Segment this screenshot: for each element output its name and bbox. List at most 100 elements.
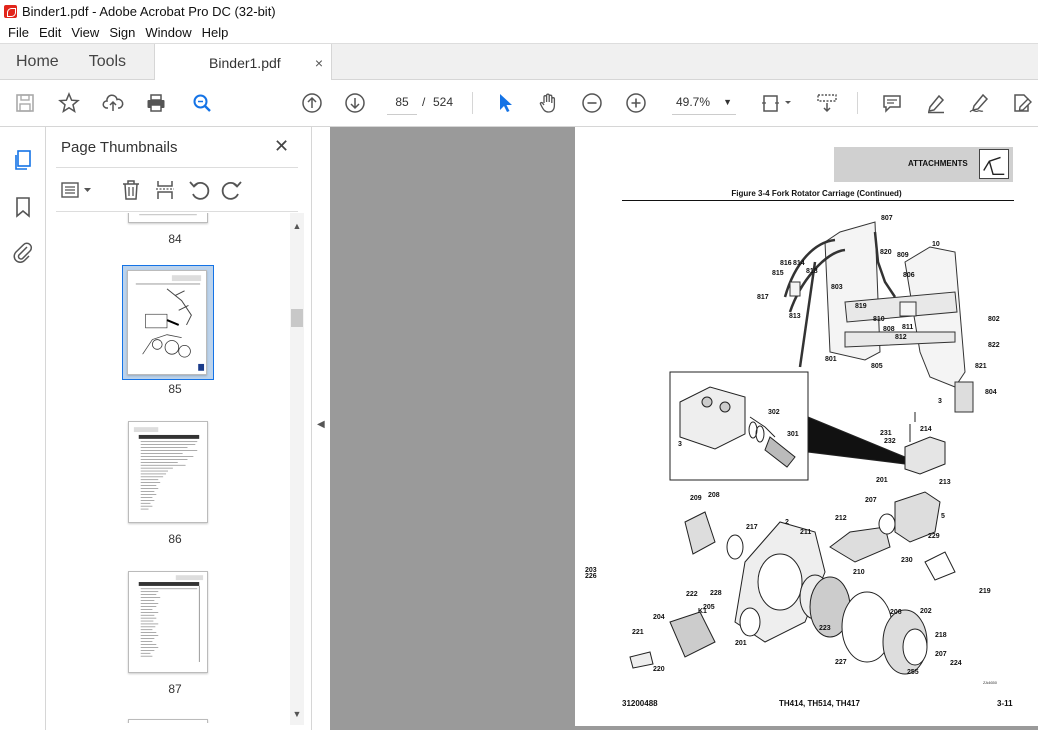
previous-page-icon[interactable] xyxy=(300,91,324,115)
callout-label: 227 xyxy=(835,659,847,666)
callout-label: 817 xyxy=(757,294,769,301)
sign-pen-icon[interactable] xyxy=(967,91,991,115)
thumbnail-page-86[interactable] xyxy=(128,421,208,523)
callout-label: 808 xyxy=(883,326,895,333)
callout-label: 10 xyxy=(932,241,940,248)
thumbnail-label: 85 xyxy=(168,382,182,396)
thumbnail-page-88[interactable] xyxy=(128,719,208,723)
tab-home[interactable]: Home xyxy=(0,44,75,80)
comment-icon[interactable] xyxy=(880,91,904,115)
tab-document[interactable]: Binder1.pdf × xyxy=(154,44,333,81)
highlight-pen-icon[interactable] xyxy=(924,91,948,115)
scroll-up-icon[interactable]: ▲ xyxy=(290,221,304,235)
footer-page-number: 3-11 xyxy=(997,699,1013,708)
options-menu-icon[interactable] xyxy=(60,178,94,202)
figure-title-rule xyxy=(622,200,1014,201)
tab-close-button[interactable]: × xyxy=(315,55,323,71)
callout-label: 231 xyxy=(880,430,892,437)
callout-label: 221 xyxy=(632,629,644,636)
callout-label: 228 xyxy=(710,590,722,597)
thumbnail-page-84[interactable] xyxy=(128,213,208,223)
callout-label: 208 xyxy=(708,492,720,499)
menu-file[interactable]: File xyxy=(3,25,34,40)
select-cursor-icon[interactable] xyxy=(493,91,517,115)
toolbar-divider xyxy=(472,92,473,114)
edit-pdf-icon[interactable] xyxy=(1010,91,1034,115)
callout-label: 213 xyxy=(939,479,951,486)
next-page-icon[interactable] xyxy=(343,91,367,115)
title-bar: Binder1.pdf - Adobe Acrobat Pro DC (32-b… xyxy=(0,0,1038,22)
scrolling-mode-icon[interactable] xyxy=(815,91,839,115)
exploded-parts-drawing: 807 820 809 10 816 814 815 818 806 803 817 819 813 81… xyxy=(585,215,1000,676)
callout-label: 218 xyxy=(935,632,947,639)
delete-page-icon[interactable] xyxy=(119,178,143,202)
toolbar: 85 / 524 49.7% ▼ xyxy=(0,80,1038,127)
callout-label: 814 xyxy=(793,260,805,267)
chevron-down-icon: ▼ xyxy=(723,97,732,107)
thumbnail-page-85[interactable] xyxy=(127,270,207,375)
bookmark-star-icon[interactable] xyxy=(57,91,81,115)
pdf-page[interactable]: ATTACHMENTS Figure 3-4 Fork Rotator Carr… xyxy=(575,127,1038,726)
callout-label: 210 xyxy=(853,569,865,576)
menu-edit[interactable]: Edit xyxy=(34,25,66,40)
callout-label: 816 xyxy=(780,260,792,267)
thumbnail-page-87[interactable] xyxy=(128,571,208,673)
callout-label: 226 xyxy=(585,573,597,580)
callout-label: 805 xyxy=(871,363,883,370)
menu-view[interactable]: View xyxy=(66,25,104,40)
thumbnail-scrollbar[interactable]: ▲ ▼ xyxy=(290,213,304,725)
callout-label: 819 xyxy=(855,303,867,310)
callout-label: 214 xyxy=(920,426,932,433)
callout-label: 212 xyxy=(835,515,847,522)
callout-label: 803 xyxy=(831,284,843,291)
zoom-out-icon[interactable] xyxy=(580,91,604,115)
rotate-counterclockwise-icon[interactable] xyxy=(187,178,211,202)
collapse-panel-handle[interactable]: ◀ xyxy=(312,127,330,730)
hand-tool-icon[interactable] xyxy=(536,91,560,115)
toolbar-divider xyxy=(857,92,858,114)
rotate-clockwise-icon[interactable] xyxy=(220,178,244,202)
callout-label: 206 xyxy=(890,609,902,616)
callout-label: 802 xyxy=(988,316,1000,323)
page-thumbnails-icon[interactable] xyxy=(11,148,35,172)
page-number-input[interactable]: 85 xyxy=(387,90,417,115)
extract-pages-icon[interactable] xyxy=(153,178,177,202)
panel-title: Page Thumbnails xyxy=(61,139,178,156)
close-panel-button[interactable]: ✕ xyxy=(274,136,289,157)
callout-label: 5 xyxy=(941,513,945,520)
zoom-in-icon[interactable] xyxy=(624,91,648,115)
print-icon[interactable] xyxy=(144,91,168,115)
zoom-level-select[interactable]: 49.7% ▼ xyxy=(672,90,736,115)
callout-label: 220 xyxy=(653,666,665,673)
callout-label: 230 xyxy=(901,557,913,564)
panel-toolbar xyxy=(56,167,298,212)
menu-window[interactable]: Window xyxy=(140,25,196,40)
callout-label: 811 xyxy=(902,324,913,331)
page-fit-icon[interactable] xyxy=(760,91,794,115)
callout-label: 302 xyxy=(768,409,780,416)
menu-help[interactable]: Help xyxy=(197,25,234,40)
callout-label: 810 xyxy=(873,316,885,323)
tab-tools[interactable]: Tools xyxy=(75,44,140,80)
callout-label: 813 xyxy=(789,313,801,320)
tab-document-label: Binder1.pdf xyxy=(209,54,281,71)
total-pages: 524 xyxy=(433,95,454,109)
callout-label: 820 xyxy=(880,249,892,256)
scroll-down-icon[interactable]: ▼ xyxy=(290,709,304,723)
bookmarks-icon[interactable] xyxy=(11,195,35,219)
page-thumbnails-panel: Page Thumbnails ✕ 84 85 86 87 xyxy=(46,127,312,730)
upload-cloud-icon[interactable] xyxy=(101,91,125,115)
menu-sign[interactable]: Sign xyxy=(104,25,140,40)
callout-label: 2 xyxy=(785,519,789,526)
callout-label: 205 xyxy=(703,604,715,611)
callout-label: 821 xyxy=(975,363,987,370)
callout-label: 222 xyxy=(686,591,698,598)
attachments-paperclip-icon[interactable] xyxy=(11,240,35,264)
footer-models: TH414, TH514, TH417 xyxy=(779,699,860,708)
callout-label: 801 xyxy=(825,356,837,363)
search-icon[interactable] xyxy=(190,91,214,115)
save-icon[interactable] xyxy=(13,91,37,115)
scrollbar-thumb[interactable] xyxy=(291,309,303,327)
detail-inset xyxy=(669,371,906,481)
section-header-label: ATTACHMENTS xyxy=(908,159,968,168)
